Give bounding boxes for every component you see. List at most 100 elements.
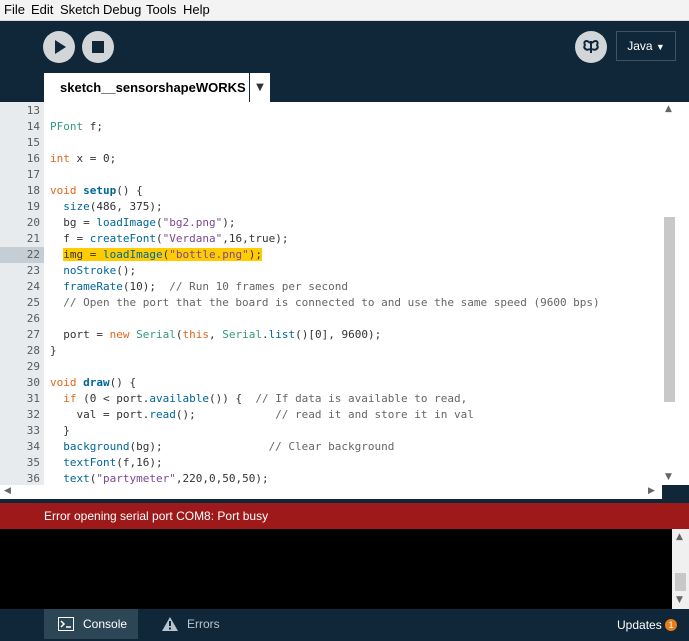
line-number: 31 <box>26 392 40 405</box>
line-number: 33 <box>26 424 40 437</box>
code-line: 36 text("partymeter",220,0,50,50); <box>0 471 660 485</box>
code-text: textFont(f,16); <box>63 456 163 469</box>
tab-errors[interactable]: Errors <box>148 609 228 639</box>
line-number: 35 <box>26 456 40 469</box>
code-line: 26 <box>0 311 660 327</box>
code-text: PFont f; <box>50 120 103 133</box>
bottom-bar: Console Errors Updates 1 <box>0 609 689 641</box>
code-line: 25 // Open the port that the board is co… <box>0 295 660 311</box>
code-line: 22 img = loadImage("bottle.png"); <box>0 247 660 263</box>
code-line: 28} <box>0 343 660 359</box>
debugger-button[interactable] <box>575 31 607 63</box>
code-line: 17 <box>0 167 660 183</box>
line-number: 36 <box>26 472 40 485</box>
menu-bar: File Edit Sketch Debug Tools Help <box>0 0 689 21</box>
code-line: 21 f = createFont("Verdana",16,true); <box>0 231 660 247</box>
menu-file[interactable]: File <box>4 2 25 17</box>
code-line: 30 void draw() { <box>0 375 660 391</box>
line-number: 20 <box>26 216 40 229</box>
code-text: img = loadImage("bottle.png"); <box>63 248 262 261</box>
code-editor[interactable]: 13 14 PFont f; 15 16 int x = 0; 17 18 void setup… <box>0 102 689 485</box>
scroll-down-arrow-icon[interactable]: ▼ <box>676 595 683 605</box>
mode-selector[interactable]: Java ▼ <box>616 31 676 61</box>
line-number: 30 <box>26 376 40 389</box>
toolbar: Java ▼ <box>0 21 689 73</box>
code-line: 18 void setup() { <box>0 183 660 199</box>
scroll-up-arrow-icon[interactable]: ▲ <box>665 104 672 114</box>
tab-console[interactable]: Console <box>44 609 138 639</box>
code-line: 13 <box>0 103 660 119</box>
tab-console-label: Console <box>83 617 128 631</box>
scroll-right-arrow-icon[interactable]: ▶ <box>648 486 655 496</box>
line-number: 13 <box>26 104 40 117</box>
code-line: 19 size(486, 375); <box>0 199 660 215</box>
code-text: if (0 < port.available()) { // If data i… <box>63 392 468 405</box>
tab-sketch[interactable]: sketch__sensorshapeWORKS <box>44 73 249 102</box>
console-scrollbar[interactable]: ▲ ▼ <box>672 529 689 609</box>
tab-errors-label: Errors <box>187 617 220 631</box>
code-line: 35 textFont(f,16); <box>0 455 660 471</box>
code-text: port = new Serial(this, Serial.list()[0]… <box>50 328 382 341</box>
line-number: 28 <box>26 344 40 357</box>
updates-link[interactable]: Updates <box>617 618 662 632</box>
code-text: } <box>50 424 70 437</box>
line-number: 15 <box>26 136 40 149</box>
code-text: frameRate(10); // Run 10 frames per seco… <box>63 280 349 293</box>
code-line: 33 } <box>0 423 660 439</box>
tab-menu-button[interactable]: ▼ <box>250 73 270 102</box>
menu-tools[interactable]: Tools <box>146 2 176 17</box>
code-text: void draw() { <box>50 376 137 389</box>
editor-scroll-thumb[interactable] <box>664 217 675 402</box>
code-line: 23 noStroke(); <box>0 263 660 279</box>
code-text: int x = 0; <box>50 152 117 165</box>
menu-edit[interactable]: Edit <box>31 2 53 17</box>
chevron-down-icon: ▼ <box>256 82 264 93</box>
menu-help[interactable]: Help <box>183 2 210 17</box>
line-number: 18 <box>26 184 40 197</box>
console-scroll-thumb[interactable] <box>675 573 686 591</box>
menu-debug[interactable]: Debug <box>103 2 141 17</box>
code-text: background(bg); // Clear background <box>63 440 395 453</box>
chevron-down-icon: ▼ <box>655 42 665 52</box>
mode-label: Java <box>627 39 653 53</box>
line-number: 32 <box>26 408 40 421</box>
line-number: 29 <box>26 360 40 373</box>
console-output[interactable] <box>0 529 672 609</box>
line-number: 24 <box>26 280 40 293</box>
stop-icon <box>92 41 104 53</box>
scroll-left-arrow-icon[interactable]: ◀ <box>4 486 11 496</box>
line-number: 25 <box>26 296 40 309</box>
error-status-bar: Error opening serial port COM8: Port bus… <box>0 503 689 529</box>
code-line: 31 if (0 < port.available()) { // If dat… <box>0 391 660 407</box>
console-icon <box>58 617 74 631</box>
editor-horizontal-scrollbar[interactable]: ◀ ▶ <box>0 485 662 499</box>
play-icon <box>55 40 66 54</box>
run-button[interactable] <box>43 31 75 63</box>
line-number: 34 <box>26 440 40 453</box>
line-number: 19 <box>26 200 40 213</box>
tab-bar: sketch__sensorshapeWORKS ▼ <box>0 73 689 102</box>
stop-button[interactable] <box>82 31 114 63</box>
line-number: 22 <box>26 248 40 261</box>
code-line: 29 <box>0 359 660 375</box>
code-line: 20 bg = loadImage("bg2.png"); <box>0 215 660 231</box>
code-line: 27 port = new Serial(this, Serial.list()… <box>0 327 660 343</box>
line-number: 16 <box>26 152 40 165</box>
line-number: 27 <box>26 328 40 341</box>
code-text: text("partymeter",220,0,50,50); <box>63 472 269 485</box>
code-text: val = port.read(); // read it and store … <box>50 408 474 421</box>
code-text: // Open the port that the board is conne… <box>63 296 600 309</box>
editor-vertical-scrollbar[interactable]: ▲ ▼ <box>662 102 676 485</box>
line-number: 26 <box>26 312 40 325</box>
code-text: } <box>50 344 57 357</box>
scroll-up-arrow-icon[interactable]: ▲ <box>676 532 683 542</box>
warning-icon <box>162 617 178 631</box>
code-line: 24 frameRate(10); // Run 10 frames per s… <box>0 279 660 295</box>
code-line: 32 val = port.read(); // read it and sto… <box>0 407 660 423</box>
code-text: f = createFont("Verdana",16,true); <box>50 232 289 245</box>
line-number: 23 <box>26 264 40 277</box>
scroll-down-arrow-icon[interactable]: ▼ <box>665 472 672 482</box>
code-text: void setup() { <box>50 184 143 197</box>
menu-sketch[interactable]: Sketch <box>60 2 100 17</box>
code-text: noStroke(); <box>63 264 137 277</box>
